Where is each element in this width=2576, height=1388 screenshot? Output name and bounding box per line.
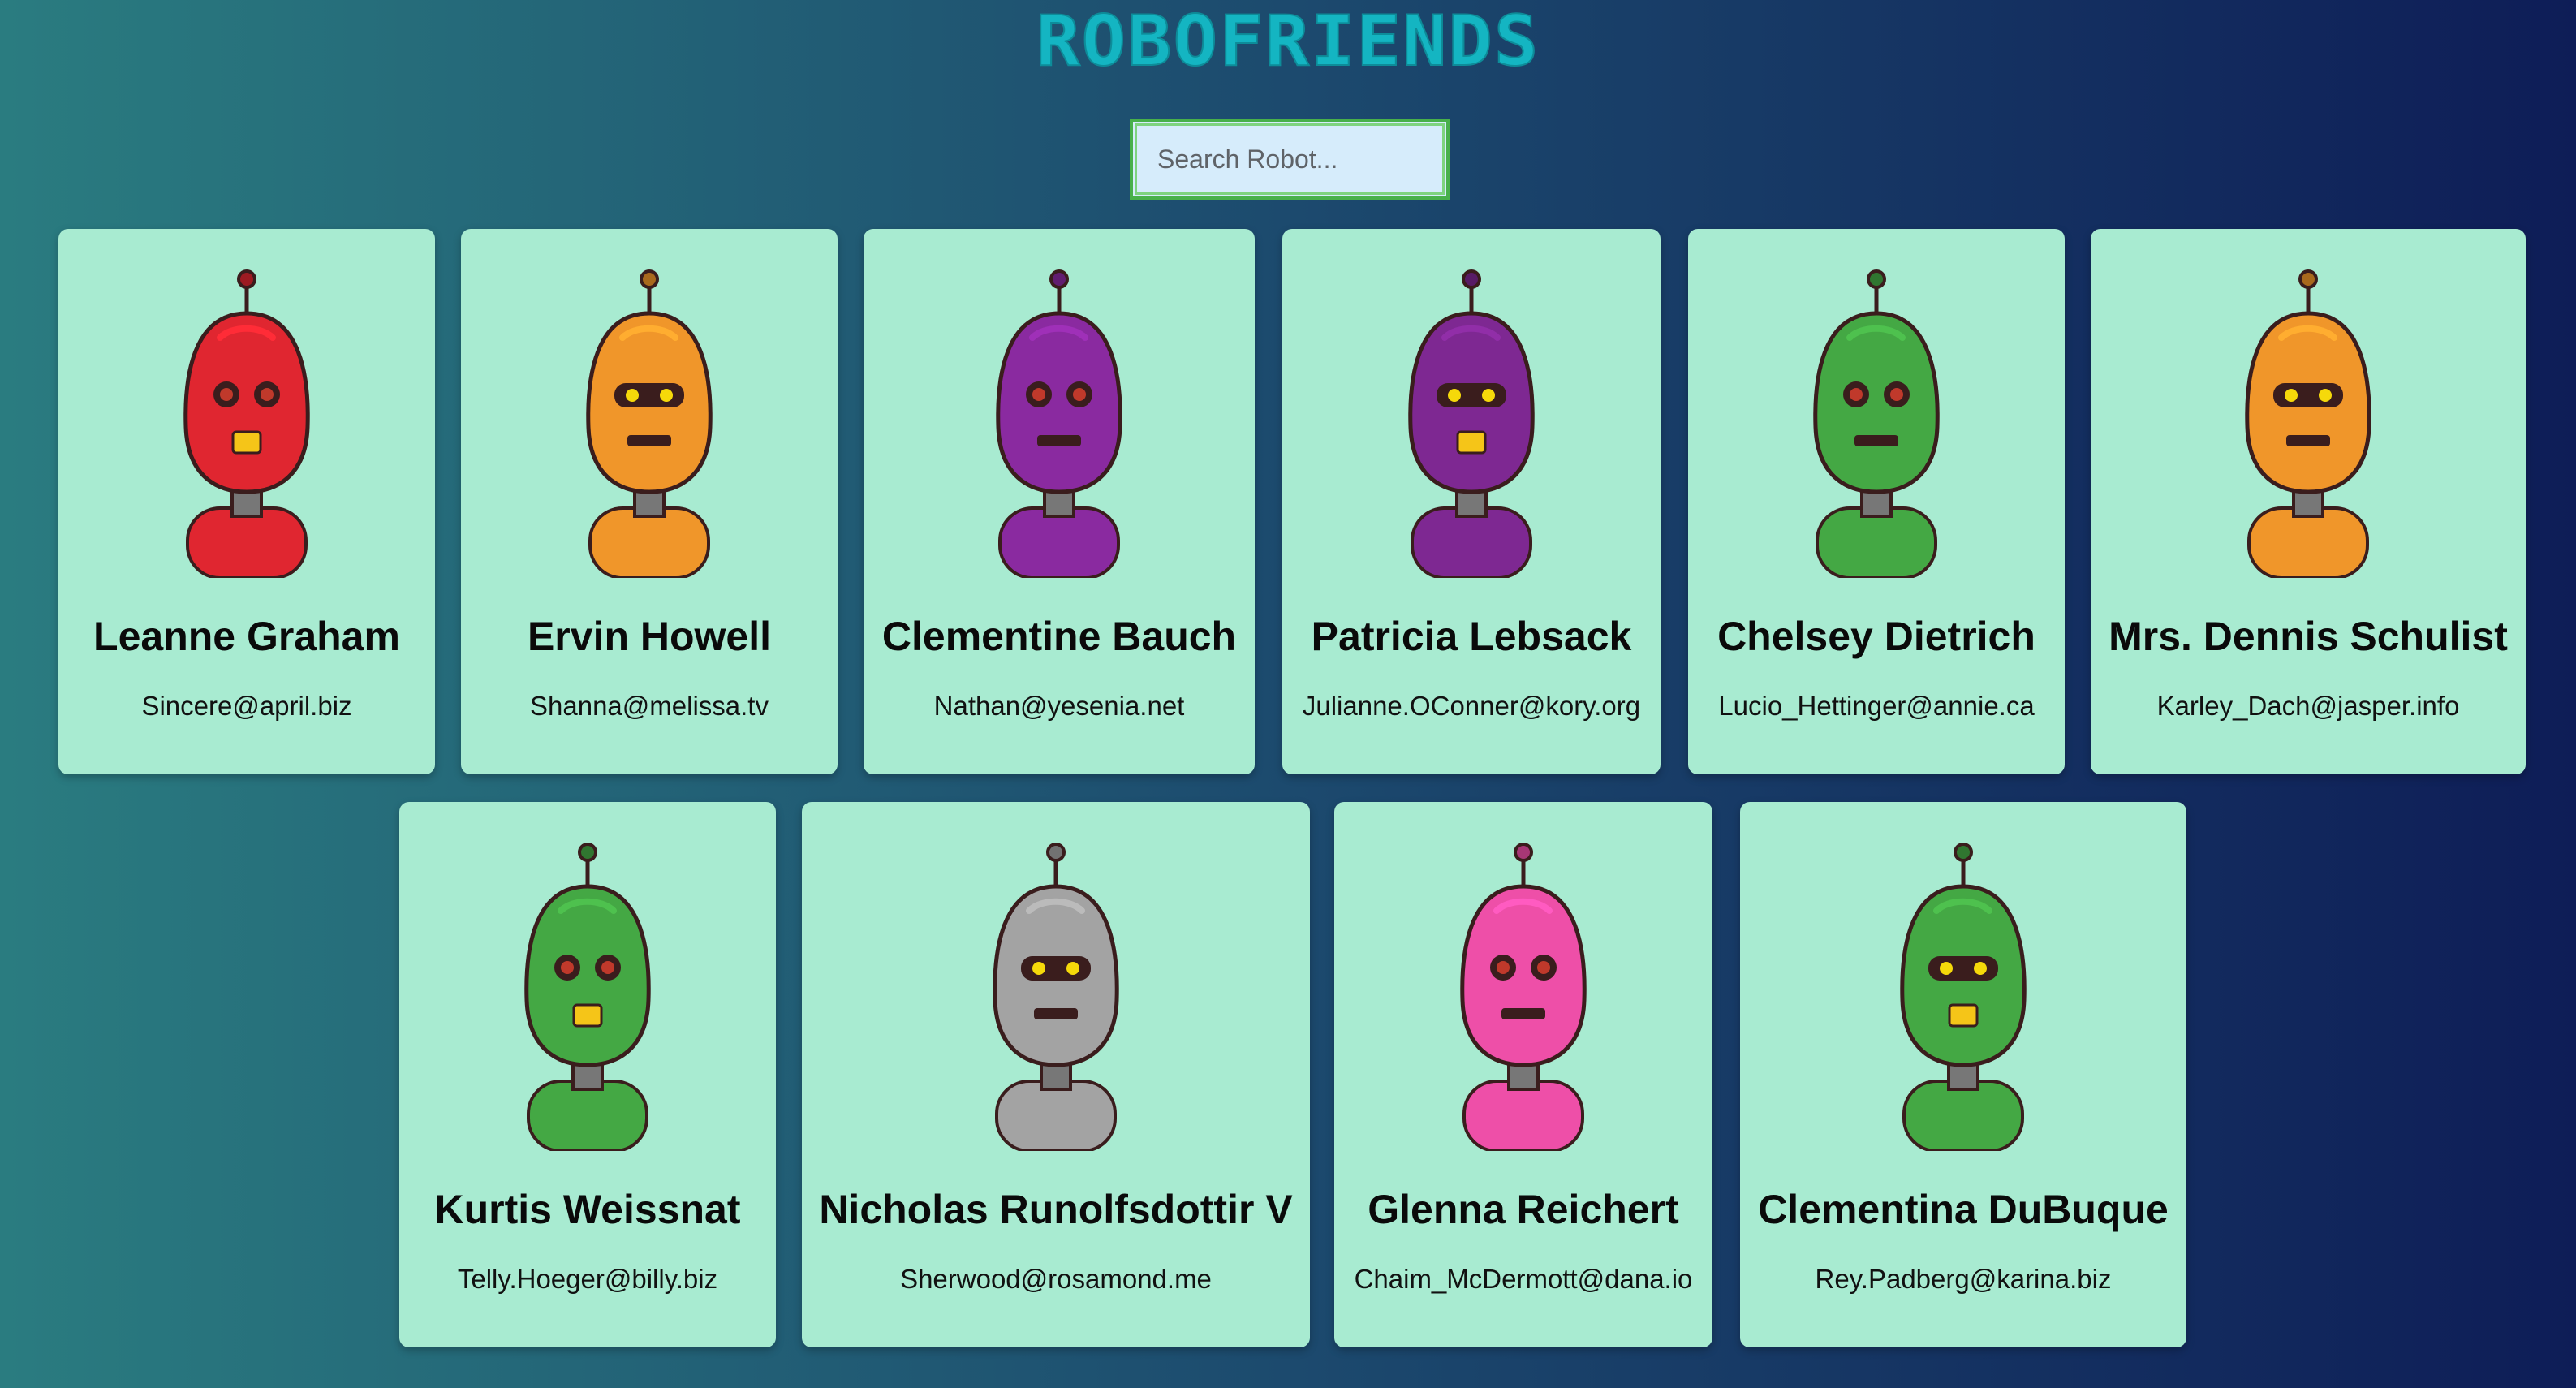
robot-card[interactable]: Clementina DuBuque Rey.Padberg@karina.biz bbox=[1740, 802, 2186, 1347]
search-robot-input[interactable] bbox=[1130, 119, 1450, 200]
robot-name: Leanne Graham bbox=[93, 614, 400, 659]
robot-name: Glenna Reichert bbox=[1368, 1187, 1679, 1232]
orange-robot-avatar bbox=[461, 265, 838, 578]
robot-name: Chelsey Dietrich bbox=[1717, 614, 2035, 659]
green-robot-avatar bbox=[1740, 838, 2186, 1151]
gray-robot-avatar bbox=[802, 838, 1310, 1151]
robot-card[interactable]: Clementine Bauch Nathan@yesenia.net bbox=[864, 229, 1255, 774]
robot-email: Nathan@yesenia.net bbox=[933, 691, 1185, 721]
robot-email: Sherwood@rosamond.me bbox=[900, 1264, 1212, 1294]
robot-email: Julianne.OConner@kory.org bbox=[1302, 691, 1641, 721]
robot-card[interactable]: Chelsey Dietrich Lucio_Hettinger@annie.ca bbox=[1688, 229, 2065, 774]
robot-name: Clementina DuBuque bbox=[1758, 1187, 2169, 1232]
robot-card[interactable]: Mrs. Dennis Schulist Karley_Dach@jasper.i… bbox=[2091, 229, 2526, 774]
pink-robot-avatar bbox=[1334, 838, 1712, 1151]
robot-card[interactable]: Leanne Graham Sincere@april.biz bbox=[58, 229, 435, 774]
robot-name: Mrs. Dennis Schulist bbox=[2109, 614, 2508, 659]
robot-name: Nicholas Runolfsdottir V bbox=[819, 1187, 1293, 1232]
robot-email: Sincere@april.biz bbox=[141, 691, 352, 721]
robot-name: Ervin Howell bbox=[527, 614, 772, 659]
robot-email: Chaim_McDermott@dana.io bbox=[1354, 1264, 1693, 1294]
purple-robot-avatar bbox=[864, 265, 1255, 578]
purple-robot-avatar bbox=[1282, 265, 1661, 578]
robot-email: Telly.Hoeger@billy.biz bbox=[457, 1264, 718, 1294]
robot-name: Patricia Lebsack bbox=[1311, 614, 1632, 659]
robot-email: Shanna@melissa.tv bbox=[530, 691, 769, 721]
robot-email: Rey.Padberg@karina.biz bbox=[1815, 1264, 2112, 1294]
robot-name: Kurtis Weissnat bbox=[434, 1187, 741, 1232]
red-robot-avatar bbox=[58, 265, 435, 578]
robot-email: Lucio_Hettinger@annie.ca bbox=[1718, 691, 2035, 721]
robot-card[interactable]: Kurtis Weissnat Telly.Hoeger@billy.biz bbox=[399, 802, 776, 1347]
robot-card[interactable]: Nicholas Runolfsdottir V Sherwood@rosamon… bbox=[802, 802, 1310, 1347]
robot-card[interactable]: Ervin Howell Shanna@melissa.tv bbox=[461, 229, 838, 774]
orange-robot-avatar bbox=[2091, 265, 2526, 578]
robot-email: Karley_Dach@jasper.info bbox=[2156, 691, 2460, 721]
green-robot-avatar bbox=[1688, 265, 2065, 578]
green-robot-avatar bbox=[399, 838, 776, 1151]
app-logo: ROBOFRIENDS bbox=[1035, 1, 1540, 82]
robot-card[interactable]: Glenna Reichert Chaim_McDermott@dana.io bbox=[1334, 802, 1712, 1347]
robot-card[interactable]: Patricia Lebsack Julianne.OConner@kory.or… bbox=[1282, 229, 1661, 774]
robot-name: Clementine Bauch bbox=[881, 614, 1237, 659]
